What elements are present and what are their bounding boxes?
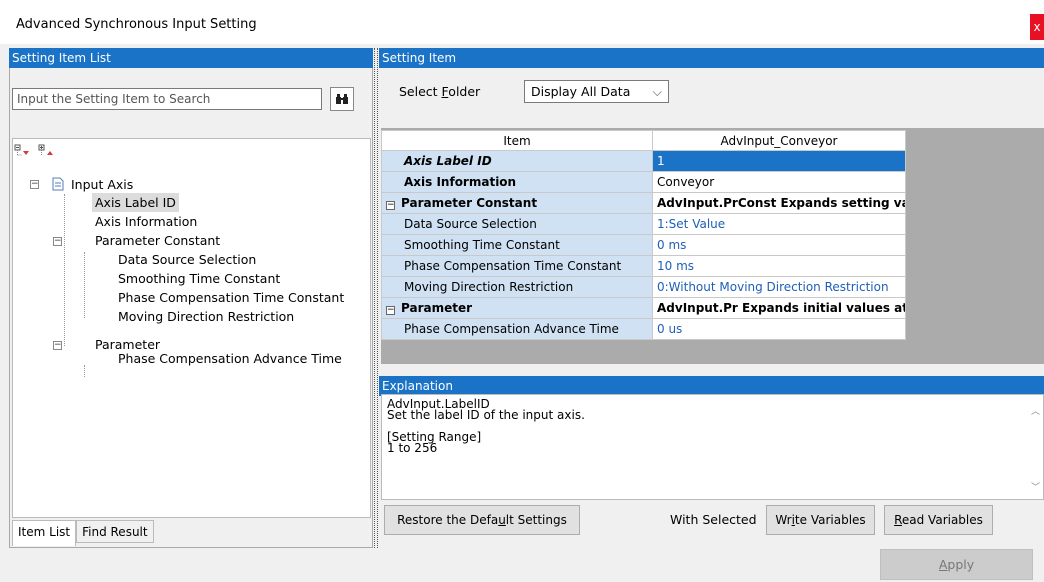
tab-find-result[interactable]: Find Result xyxy=(76,520,154,543)
tree-item-smoothing-time-constant[interactable]: Smoothing Time Constant xyxy=(118,269,280,288)
grid-value-cell[interactable]: 0 us xyxy=(652,318,906,340)
collapse-toggle-icon[interactable]: − xyxy=(53,341,62,350)
explanation-header: Explanation xyxy=(379,376,1044,396)
tree-item-moving-direction-restriction[interactable]: Moving Direction Restriction xyxy=(118,307,294,326)
grid-header-value: AdvInput_Conveyor xyxy=(652,130,906,151)
table-row[interactable]: Axis Information Conveyor xyxy=(381,171,906,193)
grid-item-label-text: Parameter xyxy=(401,301,473,315)
tree-line xyxy=(64,194,65,346)
with-selected-label: With Selected xyxy=(670,512,757,527)
chevron-down-icon: ⌵ xyxy=(652,84,662,99)
close-button[interactable]: x xyxy=(1030,14,1044,40)
grid-value-cell[interactable]: AdvInput.Pr Expands initial values at in… xyxy=(652,297,906,319)
grid-value-cell[interactable]: 1:Set Value xyxy=(652,213,906,235)
grid-item-label: Axis Information xyxy=(381,171,653,193)
scroll-up-icon[interactable]: ︿ xyxy=(1031,404,1040,417)
grid-item-label: Phase Compensation Time Constant xyxy=(381,255,653,277)
tree-item-phase-compensation-advance-time[interactable]: Phase Compensation Advance Time xyxy=(118,349,342,368)
collapse-toggle-icon[interactable]: − xyxy=(386,306,395,315)
apply-button[interactable]: Apply xyxy=(880,549,1033,580)
tree-item-data-source-selection[interactable]: Data Source Selection xyxy=(118,250,256,269)
select-folder-value: Display All Data xyxy=(531,84,631,99)
grid-header-item: Item xyxy=(381,130,653,151)
grid-value-cell[interactable]: AdvInput.PrConst Expands setting value xyxy=(652,192,906,214)
collapse-toggle-icon[interactable]: − xyxy=(53,237,62,246)
grid-value-cell[interactable]: Conveyor xyxy=(652,171,906,193)
grid-item-label: − Parameter xyxy=(381,297,653,319)
read-variables-button[interactable]: Read Variables xyxy=(884,505,993,535)
grid-item-label: Phase Compensation Advance Time xyxy=(381,318,653,340)
collapse-all-icon[interactable] xyxy=(38,144,54,158)
title-bar: Advanced Synchronous Input Setting x xyxy=(0,0,1044,44)
tree-item-axis-label-id[interactable]: Axis Label ID xyxy=(92,193,179,212)
table-row[interactable]: Moving Direction Restriction 0:Without M… xyxy=(381,276,906,298)
table-row[interactable]: − Parameter Constant AdvInput.PrConst Exp… xyxy=(381,192,906,214)
select-folder-label: Select Folder xyxy=(399,84,481,99)
table-row[interactable]: Phase Compensation Time Constant 10 ms xyxy=(381,255,906,277)
setting-grid: Item AdvInput_Conveyor Axis Label ID 1 A… xyxy=(381,130,906,340)
tree-toolbar xyxy=(14,144,54,158)
grid-item-label: Smoothing Time Constant xyxy=(381,234,653,256)
panel-splitter[interactable] xyxy=(374,48,378,548)
grid-item-label: Data Source Selection xyxy=(381,213,653,235)
table-row[interactable]: Smoothing Time Constant 0 ms xyxy=(381,234,906,256)
table-row[interactable]: − Parameter AdvInput.Pr Expands initial v… xyxy=(381,297,906,319)
setting-item-header: Setting Item xyxy=(379,48,1044,68)
grid-value-cell[interactable]: 1 xyxy=(652,150,906,172)
search-input[interactable]: Input the Setting Item to Search xyxy=(12,88,322,110)
tree-line xyxy=(84,365,85,377)
grid-value-cell[interactable]: 0 ms xyxy=(652,234,906,256)
setting-item-list-header: Setting Item List xyxy=(9,48,373,68)
tree-item-axis-information[interactable]: Axis Information xyxy=(95,212,197,231)
table-row[interactable]: Axis Label ID 1 xyxy=(381,150,906,172)
binoculars-icon xyxy=(336,94,348,104)
tree-item-phase-compensation-time-constant[interactable]: Phase Compensation Time Constant xyxy=(118,288,344,307)
explanation-text: AdvInput.LabelID Set the label ID of the… xyxy=(387,397,585,455)
table-row[interactable]: Data Source Selection 1:Set Value xyxy=(381,213,906,235)
left-panel-tabs: Item List Find Result xyxy=(12,520,154,546)
collapse-toggle-icon[interactable]: − xyxy=(30,180,39,189)
window-title: Advanced Synchronous Input Setting xyxy=(16,17,257,32)
scroll-down-icon[interactable]: ﹀ xyxy=(1031,480,1040,493)
tree-line xyxy=(84,252,85,318)
tree-view[interactable] xyxy=(12,138,371,518)
document-icon xyxy=(52,177,64,191)
expand-all-icon[interactable] xyxy=(14,144,30,158)
grid-item-label: Axis Label ID xyxy=(381,150,653,172)
restore-default-button[interactable]: Restore the Default Settings xyxy=(384,505,580,535)
table-row[interactable]: Phase Compensation Advance Time 0 us xyxy=(381,318,906,340)
grid-item-label: − Parameter Constant xyxy=(381,192,653,214)
grid-value-cell[interactable]: 0:Without Moving Direction Restriction xyxy=(652,276,906,298)
tab-item-list[interactable]: Item List xyxy=(12,520,77,546)
grid-item-label: Moving Direction Restriction xyxy=(381,276,653,298)
grid-value-cell[interactable]: 10 ms xyxy=(652,255,906,277)
grid-item-label-text: Parameter Constant xyxy=(401,196,538,210)
collapse-toggle-icon[interactable]: − xyxy=(386,201,395,210)
tree-item-parameter-constant[interactable]: Parameter Constant xyxy=(95,231,220,250)
search-button[interactable] xyxy=(330,87,354,111)
select-folder-dropdown[interactable]: Display All Data ⌵ xyxy=(524,80,669,103)
tree-root-input-axis[interactable]: Input Axis xyxy=(71,175,133,194)
write-variables-button[interactable]: Write Variables xyxy=(766,505,875,535)
